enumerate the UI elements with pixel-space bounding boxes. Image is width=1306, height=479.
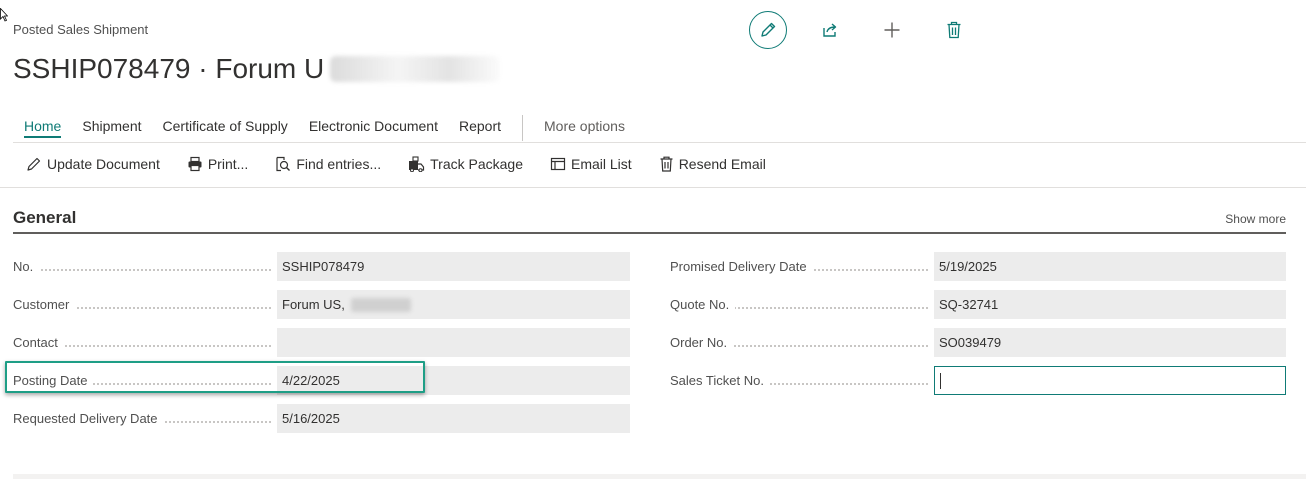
field-requested-delivery-date: Requested Delivery Date 5/16/2025 [13,404,630,433]
field-promised-delivery-date-label: Promised Delivery Date [670,259,813,274]
page-title-text: SSHIP078479 · Forum U [13,53,325,84]
page-title: SSHIP078479 · Forum U [13,53,501,85]
package-icon [409,156,425,172]
field-requested-delivery-date-label: Requested Delivery Date [13,411,164,426]
resend-email-label: Resend Email [678,156,766,172]
text-caret [940,372,941,389]
find-entries-icon [276,156,291,172]
plus-icon [884,22,900,38]
edit-button[interactable] [749,11,787,49]
delete-button[interactable] [935,11,973,49]
email-list-button[interactable]: Email List [550,156,632,172]
field-promised-delivery-date-value[interactable]: 5/19/2025 [934,252,1286,281]
print-button[interactable]: Print... [187,156,248,172]
mouse-cursor-icon [0,8,8,22]
field-sales-ticket-no-label: Sales Ticket No. [670,373,770,388]
tab-more-options[interactable]: More options [544,118,625,138]
find-entries-label: Find entries... [296,156,382,172]
general-section-title[interactable]: General [13,208,76,228]
field-no-label: No. [13,259,40,274]
field-order-no-label: Order No. [670,335,734,350]
action-tabs: Home Shipment Certificate of Supply Elec… [24,115,646,141]
field-sales-ticket-no: Sales Ticket No. [670,366,1286,395]
field-contact-value[interactable] [277,328,630,357]
field-customer-value[interactable]: Forum US, [277,290,630,319]
printer-icon [188,156,202,172]
field-posting-date-value[interactable]: 4/22/2025 [277,366,630,395]
tabs-divider [13,142,1306,143]
tab-divider [522,115,524,141]
find-entries-button[interactable]: Find entries... [275,156,381,172]
share-icon [823,23,837,37]
track-package-label: Track Package [430,156,523,172]
trash-icon [947,21,961,39]
general-section-rule [13,232,1286,234]
tab-report[interactable]: Report [459,118,501,138]
pencil-icon [761,22,776,37]
share-button[interactable] [811,11,849,49]
field-quote-no: Quote No. SQ-32741 [670,290,1286,319]
update-document-label: Update Document [47,156,160,172]
field-no-value[interactable]: SSHIP078479 [277,252,630,281]
show-more-link[interactable]: Show more [1225,212,1286,226]
resend-email-button[interactable]: Resend Email [659,156,766,172]
field-posting-date-label: Posting Date [13,373,94,388]
field-promised-delivery-date: Promised Delivery Date 5/19/2025 [670,252,1286,281]
print-label: Print... [207,156,249,172]
field-contact-label: Contact [13,335,64,350]
new-button[interactable] [873,11,911,49]
toolbar-divider [0,187,1306,188]
list-icon [550,157,566,171]
field-order-no-value[interactable]: SO039479 [934,328,1286,357]
track-package-button[interactable]: Track Package [408,156,523,172]
field-posting-date: Posting Date 4/22/2025 [13,366,630,395]
field-sales-ticket-no-input[interactable] [934,366,1286,395]
field-contact: Contact [13,328,630,357]
pencil-icon [27,157,41,171]
tab-shipment[interactable]: Shipment [82,118,141,138]
customer-name-text: Forum US, [282,297,345,312]
redacted-customer-suffix [350,297,411,312]
tab-home[interactable]: Home [24,118,62,138]
email-list-label: Email List [571,156,632,172]
page-caption: Posted Sales Shipment [13,22,149,37]
next-section-edge [13,474,1306,479]
redacted-customer-name [330,56,501,82]
update-document-button[interactable]: Update Document [26,156,160,172]
field-requested-delivery-date-value[interactable]: 5/16/2025 [277,404,630,433]
page-actions [749,11,973,49]
field-quote-no-label: Quote No. [670,297,736,312]
action-toolbar: Update Document Print... Find entries...… [26,156,793,172]
field-customer-label: Customer [13,297,76,312]
trash-icon [660,156,673,172]
field-quote-no-value[interactable]: SQ-32741 [934,290,1286,319]
field-no: No. SSHIP078479 [13,252,630,281]
tab-electronic-document[interactable]: Electronic Document [309,118,438,138]
field-order-no: Order No. SO039479 [670,328,1286,357]
field-customer: Customer Forum US, [13,290,630,319]
tab-certificate-of-supply[interactable]: Certificate of Supply [163,118,288,138]
